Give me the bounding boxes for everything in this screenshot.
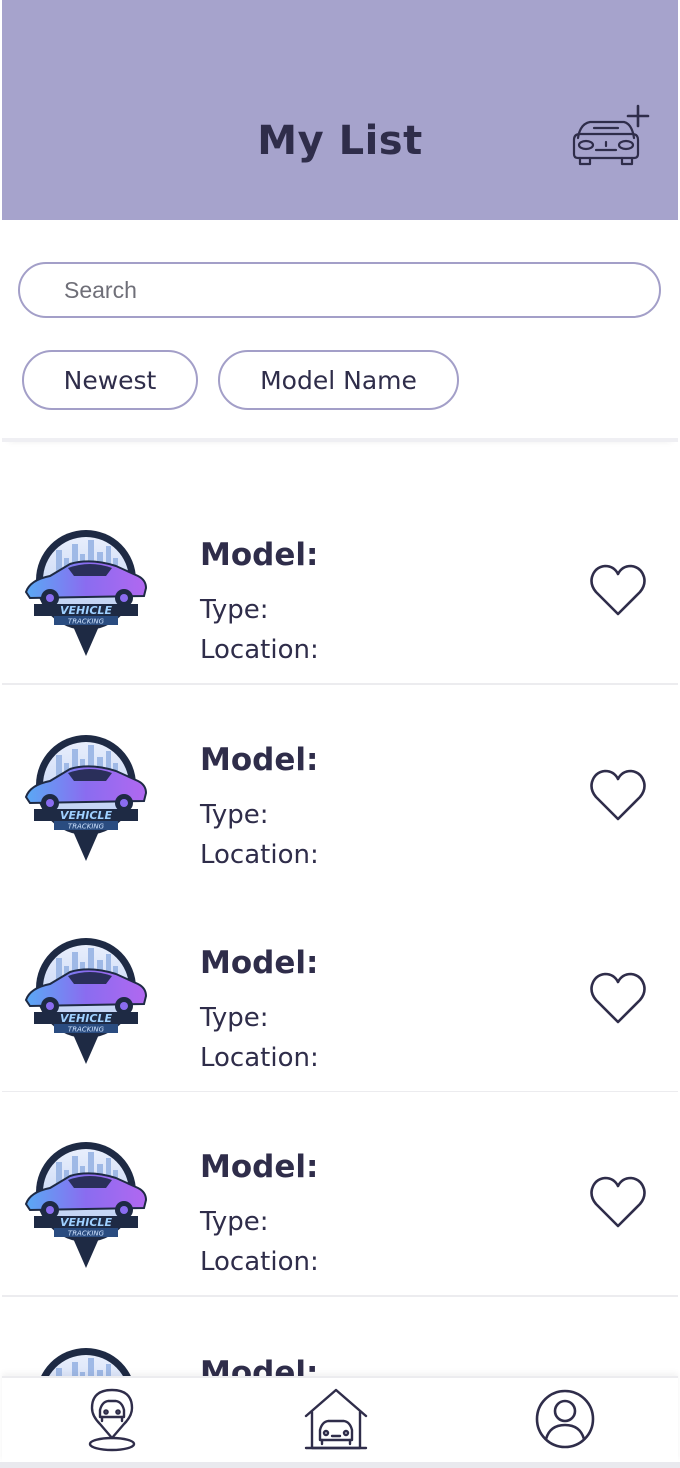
nav-profile-button[interactable]: [532, 1386, 598, 1452]
vehicle-logo: VEHICLE TRACKING: [20, 524, 150, 664]
vehicle-tracking-logo-icon: VEHICLE TRACKING: [24, 1142, 148, 1268]
favorite-button[interactable]: [588, 562, 648, 618]
vehicle-logo: VEHICLE TRACKING: [20, 1136, 150, 1276]
add-car-button[interactable]: [568, 98, 654, 168]
app-header: My List: [2, 0, 678, 220]
vehicle-model-label: Model:: [200, 742, 319, 778]
logo-text: VEHICLE: [60, 809, 112, 822]
vehicle-list: VEHICLE TRACKING Model: Type: Location:: [2, 480, 678, 1376]
logo-subtext: TRACKING: [68, 618, 105, 626]
vehicle-location-label: Location:: [200, 1043, 319, 1073]
logo-text: VEHICLE: [60, 1012, 112, 1025]
vehicle-type-label: Type:: [200, 800, 269, 830]
vehicle-list-item[interactable]: VEHICLE TRACKING Model: Type: Location:: [2, 888, 678, 1093]
filter-toolbar: Newest Model Name: [2, 220, 678, 442]
favorite-button[interactable]: [588, 767, 648, 823]
vehicle-tracking-logo-icon: VEHICLE TRACKING: [24, 938, 148, 1064]
nav-garage-button[interactable]: [302, 1386, 370, 1452]
vehicle-list-item[interactable]: VEHICLE TRACKING Model: Type: Location:: [2, 1092, 678, 1297]
vehicle-list-item[interactable]: VEHICLE TRACKING Model: Type: Location:: [2, 480, 678, 685]
heart-icon: [590, 972, 646, 1024]
vehicle-model-label: Model:: [200, 945, 319, 981]
favorite-button[interactable]: [588, 1174, 648, 1230]
nav-map-button[interactable]: [82, 1386, 142, 1452]
logo-subtext: TRACKING: [68, 823, 105, 831]
bottom-nav: [2, 1376, 678, 1462]
vehicle-list-item[interactable]: VEHICLE TRACKING Model: Type: Location:: [2, 1298, 678, 1376]
vehicle-logo: VEHICLE TRACKING: [20, 1342, 150, 1376]
vehicle-location-label: Location:: [200, 635, 319, 665]
vehicle-tracking-logo-icon: VEHICLE TRACKING: [41, 1348, 131, 1376]
logo-text: VEHICLE: [60, 604, 112, 617]
vehicle-type-label: Type:: [200, 1207, 269, 1237]
heart-icon: [590, 564, 646, 616]
logo-subtext: TRACKING: [68, 1026, 105, 1034]
sort-model-name-button[interactable]: Model Name: [218, 350, 459, 410]
vehicle-model-label: Model:: [200, 1149, 319, 1185]
car-location-pin-icon: [88, 1388, 136, 1452]
vehicle-model-label: Model:: [200, 537, 319, 573]
vehicle-location-label: Location:: [200, 840, 319, 870]
search-input[interactable]: [18, 262, 661, 318]
sort-newest-button[interactable]: Newest: [22, 350, 198, 410]
vehicle-type-label: Type:: [200, 595, 269, 625]
heart-icon: [590, 769, 646, 821]
vehicle-logo: VEHICLE TRACKING: [20, 729, 150, 869]
logo-text: VEHICLE: [60, 1216, 112, 1229]
vehicle-model-label: Model:: [200, 1355, 319, 1376]
home-indicator-strip: [0, 1462, 680, 1468]
add-car-icon: [572, 104, 650, 166]
vehicle-tracking-logo-icon: VEHICLE TRACKING: [24, 735, 148, 861]
favorite-button[interactable]: [588, 970, 648, 1026]
vehicle-type-label: Type:: [200, 1003, 269, 1033]
garage-home-icon: [304, 1388, 368, 1450]
vehicle-tracking-logo-icon: VEHICLE TRACKING: [24, 530, 148, 656]
logo-subtext: TRACKING: [68, 1230, 105, 1238]
vehicle-list-item[interactable]: VEHICLE TRACKING Model: Type: Location:: [2, 685, 678, 890]
profile-icon: [535, 1389, 595, 1449]
vehicle-location-label: Location:: [200, 1247, 319, 1277]
vehicle-logo: VEHICLE TRACKING: [20, 932, 150, 1072]
heart-icon: [590, 1176, 646, 1228]
